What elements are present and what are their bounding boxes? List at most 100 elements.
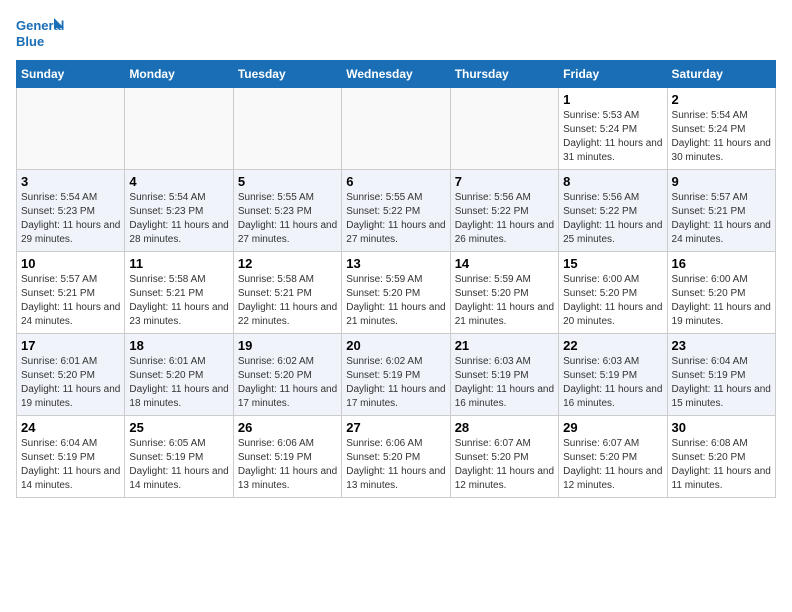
- day-cell-27: 27Sunrise: 6:06 AMSunset: 5:20 PMDayligh…: [342, 416, 450, 498]
- day-cell-17: 17 Sunrise: 6:01 AMSunset: 5:20 PMDayligh…: [17, 334, 125, 416]
- day-number: 16: [672, 256, 771, 271]
- day-number: 29: [563, 420, 662, 435]
- day-cell-18: 18 Sunrise: 6:01 AMSunset: 5:20 PMDayligh…: [125, 334, 233, 416]
- day-info: Sunrise: 6:04 AMSunset: 5:19 PMDaylight:…: [21, 437, 120, 493]
- day-cell-10: 10 Sunrise: 5:57 AMSunset: 5:21 PMDayligh…: [17, 252, 125, 334]
- day-cell-7: 7 Sunrise: 5:56 AMSunset: 5:22 PMDaylight…: [450, 170, 558, 252]
- day-info: Sunrise: 6:07 AMSunset: 5:20 PMDaylight:…: [563, 437, 662, 493]
- day-number: 13: [346, 256, 445, 271]
- day-number: 14: [455, 256, 554, 271]
- day-info: Sunrise: 6:06 AMSunset: 5:19 PMDaylight:…: [238, 437, 337, 493]
- svg-text:Blue: Blue: [16, 34, 44, 49]
- day-cell-26: 26 Sunrise: 6:06 AMSunset: 5:19 PMDayligh…: [233, 416, 341, 498]
- day-number: 15: [563, 256, 662, 271]
- day-number: 11: [129, 256, 228, 271]
- day-info: Sunrise: 6:03 AMSunset: 5:19 PMDaylight:…: [455, 355, 554, 411]
- logo-svg: GeneralBlue: [16, 16, 66, 52]
- weekday-header-monday: Monday: [125, 61, 233, 88]
- day-cell-4: 4 Sunrise: 5:54 AMSunset: 5:23 PMDaylight…: [125, 170, 233, 252]
- day-info: Sunrise: 5:55 AMSunset: 5:22 PMDaylight:…: [346, 191, 445, 247]
- weekday-header-tuesday: Tuesday: [233, 61, 341, 88]
- day-info: Sunrise: 6:01 AMSunset: 5:20 PMDaylight:…: [129, 355, 228, 411]
- day-info: Sunrise: 5:57 AMSunset: 5:21 PMDaylight:…: [672, 191, 771, 247]
- page-header: GeneralBlue: [16, 16, 776, 52]
- weekday-header-wednesday: Wednesday: [342, 61, 450, 88]
- weekday-header-thursday: Thursday: [450, 61, 558, 88]
- day-cell-13: 13 Sunrise: 5:59 AMSunset: 5:20 PMDayligh…: [342, 252, 450, 334]
- day-number: 2: [672, 92, 771, 107]
- day-cell-9: 9Sunrise: 5:57 AMSunset: 5:21 PMDaylight…: [667, 170, 775, 252]
- day-number: 4: [129, 174, 228, 189]
- day-cell-21: 21 Sunrise: 6:03 AMSunset: 5:19 PMDayligh…: [450, 334, 558, 416]
- day-number: 24: [21, 420, 120, 435]
- day-cell-2: 2 Sunrise: 5:54 AMSunset: 5:24 PMDaylight…: [667, 88, 775, 170]
- day-cell-16: 16 Sunrise: 6:00 AMSunset: 5:20 PMDayligh…: [667, 252, 775, 334]
- day-cell-20: 20 Sunrise: 6:02 AMSunset: 5:19 PMDayligh…: [342, 334, 450, 416]
- day-info: Sunrise: 5:53 AMSunset: 5:24 PMDaylight:…: [563, 109, 662, 165]
- week-row-2: 3 Sunrise: 5:54 AMSunset: 5:23 PMDaylight…: [17, 170, 776, 252]
- day-info: Sunrise: 5:54 AMSunset: 5:23 PMDaylight:…: [21, 191, 120, 247]
- day-number: 3: [21, 174, 120, 189]
- day-number: 27: [346, 420, 445, 435]
- day-number: 12: [238, 256, 337, 271]
- day-info: Sunrise: 6:01 AMSunset: 5:20 PMDaylight:…: [21, 355, 120, 411]
- day-cell-22: 22 Sunrise: 6:03 AMSunset: 5:19 PMDayligh…: [559, 334, 667, 416]
- empty-cell: [17, 88, 125, 170]
- weekday-header-row: SundayMondayTuesdayWednesdayThursdayFrid…: [17, 61, 776, 88]
- day-number: 6: [346, 174, 445, 189]
- day-number: 17: [21, 338, 120, 353]
- day-info: Sunrise: 6:02 AMSunset: 5:20 PMDaylight:…: [238, 355, 337, 411]
- logo: GeneralBlue: [16, 16, 66, 52]
- day-cell-6: 6 Sunrise: 5:55 AMSunset: 5:22 PMDaylight…: [342, 170, 450, 252]
- day-number: 18: [129, 338, 228, 353]
- day-info: Sunrise: 6:05 AMSunset: 5:19 PMDaylight:…: [129, 437, 228, 493]
- day-info: Sunrise: 5:54 AMSunset: 5:24 PMDaylight:…: [672, 109, 771, 165]
- day-cell-25: 25Sunrise: 6:05 AMSunset: 5:19 PMDayligh…: [125, 416, 233, 498]
- day-number: 20: [346, 338, 445, 353]
- day-number: 30: [672, 420, 771, 435]
- day-info: Sunrise: 5:58 AMSunset: 5:21 PMDaylight:…: [238, 273, 337, 329]
- day-cell-24: 24 Sunrise: 6:04 AMSunset: 5:19 PMDayligh…: [17, 416, 125, 498]
- empty-cell: [450, 88, 558, 170]
- day-info: Sunrise: 6:07 AMSunset: 5:20 PMDaylight:…: [455, 437, 554, 493]
- weekday-header-sunday: Sunday: [17, 61, 125, 88]
- day-cell-14: 14 Sunrise: 5:59 AMSunset: 5:20 PMDayligh…: [450, 252, 558, 334]
- day-info: Sunrise: 6:04 AMSunset: 5:19 PMDaylight:…: [672, 355, 771, 411]
- day-cell-8: 8Sunrise: 5:56 AMSunset: 5:22 PMDaylight…: [559, 170, 667, 252]
- day-info: Sunrise: 6:03 AMSunset: 5:19 PMDaylight:…: [563, 355, 662, 411]
- day-info: Sunrise: 5:56 AMSunset: 5:22 PMDaylight:…: [455, 191, 554, 247]
- week-row-5: 24 Sunrise: 6:04 AMSunset: 5:19 PMDayligh…: [17, 416, 776, 498]
- day-cell-19: 19 Sunrise: 6:02 AMSunset: 5:20 PMDayligh…: [233, 334, 341, 416]
- empty-cell: [125, 88, 233, 170]
- day-info: Sunrise: 5:55 AMSunset: 5:23 PMDaylight:…: [238, 191, 337, 247]
- empty-cell: [233, 88, 341, 170]
- day-number: 21: [455, 338, 554, 353]
- day-cell-11: 11 Sunrise: 5:58 AMSunset: 5:21 PMDayligh…: [125, 252, 233, 334]
- day-info: Sunrise: 6:00 AMSunset: 5:20 PMDaylight:…: [672, 273, 771, 329]
- day-info: Sunrise: 5:59 AMSunset: 5:20 PMDaylight:…: [346, 273, 445, 329]
- day-cell-30: 30Sunrise: 6:08 AMSunset: 5:20 PMDayligh…: [667, 416, 775, 498]
- empty-cell: [342, 88, 450, 170]
- day-info: Sunrise: 5:59 AMSunset: 5:20 PMDaylight:…: [455, 273, 554, 329]
- day-cell-5: 5 Sunrise: 5:55 AMSunset: 5:23 PMDaylight…: [233, 170, 341, 252]
- day-cell-15: 15Sunrise: 6:00 AMSunset: 5:20 PMDayligh…: [559, 252, 667, 334]
- day-info: Sunrise: 5:54 AMSunset: 5:23 PMDaylight:…: [129, 191, 228, 247]
- weekday-header-friday: Friday: [559, 61, 667, 88]
- day-number: 19: [238, 338, 337, 353]
- day-cell-23: 23 Sunrise: 6:04 AMSunset: 5:19 PMDayligh…: [667, 334, 775, 416]
- day-info: Sunrise: 5:57 AMSunset: 5:21 PMDaylight:…: [21, 273, 120, 329]
- day-info: Sunrise: 5:58 AMSunset: 5:21 PMDaylight:…: [129, 273, 228, 329]
- week-row-1: 1 Sunrise: 5:53 AMSunset: 5:24 PMDaylight…: [17, 88, 776, 170]
- day-number: 22: [563, 338, 662, 353]
- day-number: 10: [21, 256, 120, 271]
- day-cell-3: 3 Sunrise: 5:54 AMSunset: 5:23 PMDaylight…: [17, 170, 125, 252]
- day-cell-28: 28Sunrise: 6:07 AMSunset: 5:20 PMDayligh…: [450, 416, 558, 498]
- day-info: Sunrise: 6:02 AMSunset: 5:19 PMDaylight:…: [346, 355, 445, 411]
- day-number: 26: [238, 420, 337, 435]
- day-info: Sunrise: 5:56 AMSunset: 5:22 PMDaylight:…: [563, 191, 662, 247]
- day-number: 1: [563, 92, 662, 107]
- calendar-table: SundayMondayTuesdayWednesdayThursdayFrid…: [16, 60, 776, 498]
- day-number: 23: [672, 338, 771, 353]
- day-number: 5: [238, 174, 337, 189]
- day-number: 7: [455, 174, 554, 189]
